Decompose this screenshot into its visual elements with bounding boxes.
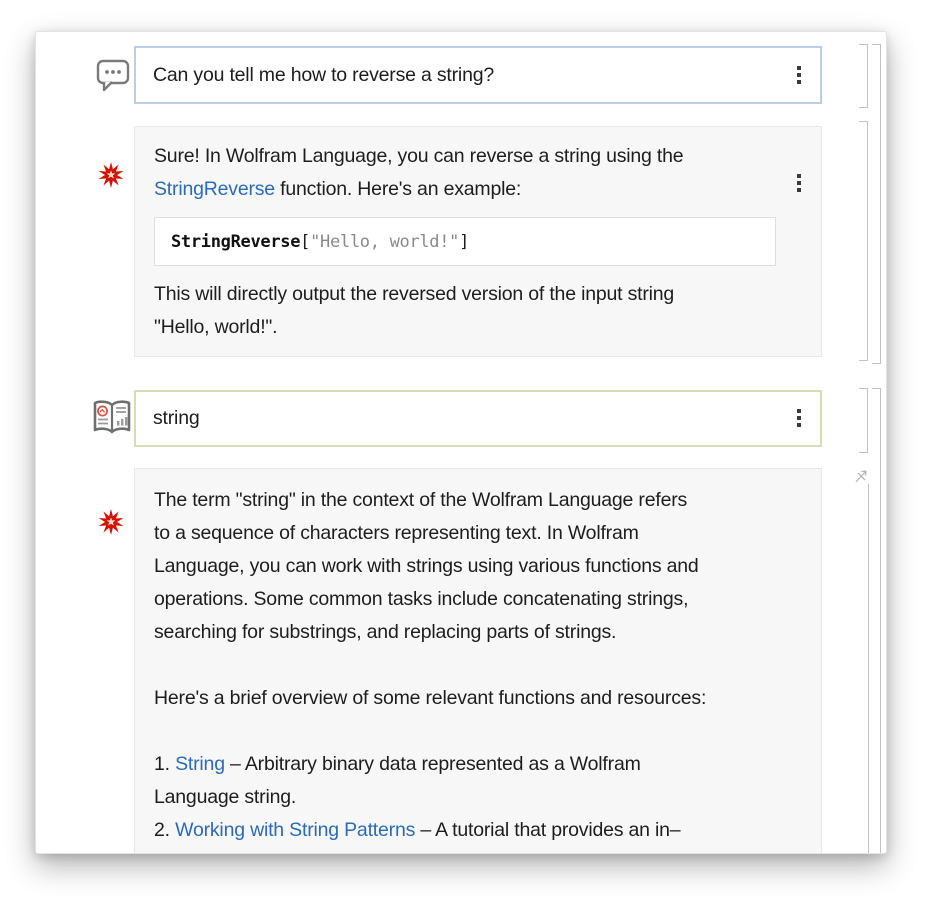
text-run: searching for substrings, and replacing … bbox=[154, 621, 616, 643]
cell-group-bracket[interactable] bbox=[872, 388, 881, 854]
cell-menu-button[interactable] bbox=[793, 63, 805, 87]
cell-menu-button[interactable] bbox=[793, 171, 805, 195]
text-run: Sure! In Wolfram Language, you can rever… bbox=[154, 145, 683, 167]
text-line: to a sequence of characters representing… bbox=[154, 517, 775, 550]
text-run: 1. bbox=[154, 753, 175, 775]
assistant-response-cell: The term "string" in the context of the … bbox=[134, 468, 822, 854]
response-outro: This will directly output the reversed v… bbox=[154, 278, 775, 344]
chat-input-cell[interactable]: Can you tell me how to reverse a string? bbox=[134, 46, 822, 104]
wolfram-spikey-icon bbox=[98, 509, 124, 535]
text-line: 2. Working with String Patterns – A tuto… bbox=[154, 814, 775, 847]
text-run: operations. Some common tasks include co… bbox=[154, 588, 688, 610]
screenshot-canvas: Can you tell me how to reverse a string?… bbox=[0, 0, 928, 898]
chat-bubble-ellipsis-icon[interactable] bbox=[96, 58, 130, 92]
doc-lookup-input-text[interactable]: string bbox=[136, 407, 199, 430]
text-run: 2. bbox=[154, 819, 175, 841]
text-run: – Arbitrary binary data represented as a… bbox=[225, 753, 641, 775]
text-run: "Hello, world!". bbox=[154, 316, 277, 338]
wolfram-spikey-icon bbox=[98, 162, 124, 188]
notebook-window: Can you tell me how to reverse a string?… bbox=[35, 31, 887, 854]
text-run: The term "string" in the context of the … bbox=[154, 489, 687, 511]
cell-bracket[interactable] bbox=[859, 484, 869, 854]
inline-doc-link[interactable]: StringReverse bbox=[154, 178, 275, 200]
paragraph-gap bbox=[154, 715, 775, 748]
cell-bracket[interactable] bbox=[859, 388, 868, 453]
text-line: StringReverse function. Here's an exampl… bbox=[154, 173, 775, 206]
cell-group-bracket[interactable] bbox=[872, 44, 881, 364]
text-line: Language, you can work with strings usin… bbox=[154, 550, 775, 583]
cell-menu-button[interactable] bbox=[793, 406, 805, 430]
text-line: The term "string" in the context of the … bbox=[154, 484, 775, 517]
text-run: Here's a brief overview of some relevant… bbox=[154, 687, 706, 709]
text-run: function. Here's an example: bbox=[275, 178, 521, 200]
text-run: Language, you can work with strings usin… bbox=[154, 555, 699, 577]
text-run: This will directly output the reversed v… bbox=[154, 283, 674, 305]
cell-bracket[interactable] bbox=[859, 121, 868, 361]
text-run: ] bbox=[459, 232, 469, 252]
text-run: "Hello, world!" bbox=[310, 232, 459, 252]
text-line: This will directly output the reversed v… bbox=[154, 278, 775, 311]
cell-bracket[interactable] bbox=[859, 44, 868, 108]
response-paragraph: The term "string" in the context of the … bbox=[154, 484, 775, 649]
text-run: StringReverse bbox=[171, 232, 300, 252]
text-line: Sure! In Wolfram Language, you can rever… bbox=[154, 140, 775, 173]
doc-lookup-input-cell[interactable]: string bbox=[134, 390, 822, 447]
response-list: 1. String – Arbitrary binary data repres… bbox=[154, 748, 775, 847]
text-run: to a sequence of characters representing… bbox=[154, 522, 639, 544]
inline-doc-link[interactable]: String bbox=[175, 753, 225, 775]
text-line: 1. String – Arbitrary binary data repres… bbox=[154, 748, 775, 781]
paragraph-gap bbox=[154, 649, 775, 682]
text-line: Language string. bbox=[154, 781, 775, 814]
documentation-book-icon[interactable] bbox=[91, 398, 133, 438]
chat-input-text[interactable]: Can you tell me how to reverse a string? bbox=[136, 64, 494, 87]
text-line: searching for substrings, and replacing … bbox=[154, 616, 775, 649]
text-run: Language string. bbox=[154, 786, 296, 808]
inline-doc-link[interactable]: Working with String Patterns bbox=[175, 819, 415, 841]
text-line: Here's a brief overview of some relevant… bbox=[154, 682, 775, 715]
text-line: operations. Some common tasks include co… bbox=[154, 583, 775, 616]
text-line: "Hello, world!". bbox=[154, 311, 775, 344]
text-run: – A tutorial that provides an in– bbox=[415, 819, 680, 841]
cell-progress-marker-icon bbox=[854, 469, 869, 484]
assistant-response-cell: Sure! In Wolfram Language, you can rever… bbox=[134, 126, 822, 357]
response-paragraph: Here's a brief overview of some relevant… bbox=[154, 682, 775, 715]
code-inline-cell[interactable]: StringReverse["Hello, world!"] bbox=[154, 217, 776, 266]
text-run: [ bbox=[300, 232, 310, 252]
response-intro: Sure! In Wolfram Language, you can rever… bbox=[154, 140, 775, 206]
